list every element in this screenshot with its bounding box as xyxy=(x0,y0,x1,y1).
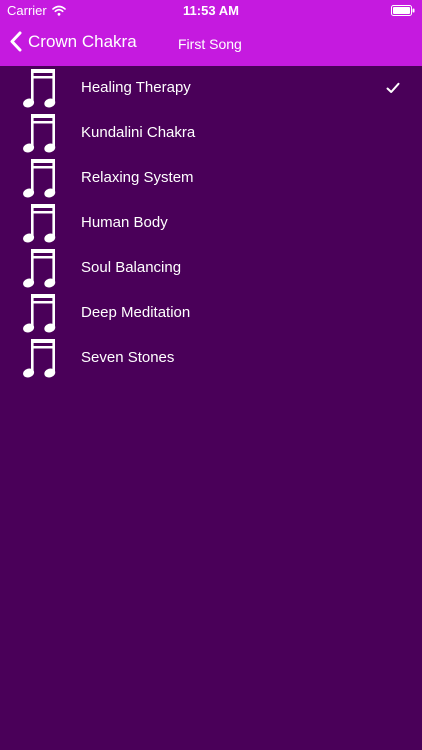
song-row[interactable]: Human Body xyxy=(0,201,422,246)
page-title: First Song xyxy=(178,36,242,52)
song-title: Kundalini Chakra xyxy=(81,124,196,141)
back-button-label: Crown Chakra xyxy=(28,31,137,51)
music-note-icon xyxy=(23,294,56,333)
navigation-bar: Crown Chakra First Song xyxy=(0,22,422,66)
song-row[interactable]: Deep Meditation xyxy=(0,291,422,336)
music-note-icon xyxy=(23,114,56,153)
chevron-left-icon xyxy=(10,31,22,52)
song-row[interactable]: Healing Therapy xyxy=(0,66,422,111)
status-bar: Carrier 11:53 AM xyxy=(0,0,422,22)
song-title: Relaxing System xyxy=(81,169,194,186)
song-row[interactable]: Seven Stones xyxy=(0,336,422,381)
song-row[interactable]: Kundalini Chakra xyxy=(0,111,422,156)
checkmark-icon xyxy=(386,82,400,93)
top-bar: Carrier 11:53 AM Crown Chakra First Song xyxy=(0,0,422,66)
song-title: Human Body xyxy=(81,214,168,231)
song-title: Soul Balancing xyxy=(81,259,182,276)
status-time: 11:53 AM xyxy=(183,3,239,18)
music-note-icon xyxy=(23,339,56,378)
song-title: Healing Therapy xyxy=(81,79,191,96)
song-row[interactable]: Soul Balancing xyxy=(0,246,422,291)
battery-icon xyxy=(391,5,415,16)
song-title: Deep Meditation xyxy=(81,304,191,321)
music-note-icon xyxy=(23,159,56,198)
song-row[interactable]: Relaxing System xyxy=(0,156,422,201)
music-note-icon xyxy=(23,249,56,288)
back-button[interactable]: Crown Chakra xyxy=(10,31,137,52)
song-list: Healing Therapy Kundalini Chakra Relaxin… xyxy=(0,66,422,381)
music-note-icon xyxy=(23,204,56,243)
song-title: Seven Stones xyxy=(81,349,175,366)
music-note-icon xyxy=(23,69,56,108)
